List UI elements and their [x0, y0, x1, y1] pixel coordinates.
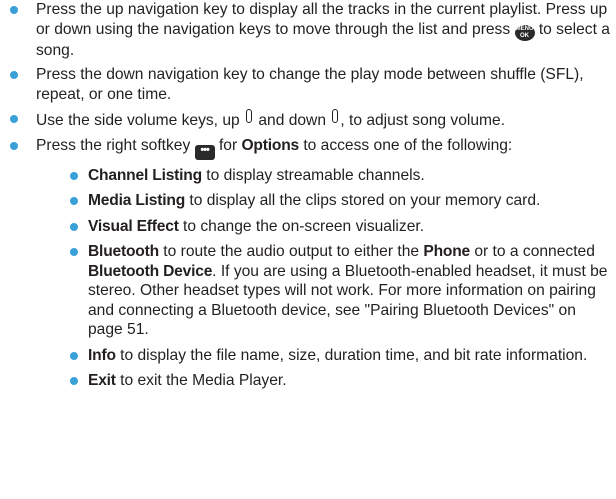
- list-item: Press the up navigation key to display a…: [10, 0, 610, 60]
- bullet-icon: [10, 6, 18, 14]
- option-name: Channel Listing: [88, 166, 202, 184]
- option-name: Media Listing: [88, 192, 186, 209]
- bullet-icon: [10, 141, 18, 150]
- item-text: and down: [254, 112, 331, 129]
- option-name: Bluetooth: [88, 243, 159, 260]
- item-text: Press the right softkey: [36, 136, 195, 154]
- item-text: Press the down navigation key to change …: [36, 66, 584, 103]
- sublist-item-visual-effect: Visual Effect to change the on-screen vi…: [70, 217, 610, 237]
- option-description: to change the on-screen visualizer.: [178, 217, 425, 235]
- bluetooth-device-keyword: Bluetooth Device: [88, 262, 213, 280]
- options-sublist: Channel Listing to display streamable ch…: [36, 166, 610, 391]
- option-description: to exit the Media Player.: [115, 372, 287, 389]
- bullet-icon: [70, 248, 78, 256]
- volume-up-key-icon: [246, 109, 253, 123]
- sublist-item-info: Info to display the file name, size, dur…: [70, 346, 610, 366]
- option-description: to display all the clips stored on your …: [185, 192, 541, 209]
- bullet-icon: [10, 71, 18, 79]
- option-name: Exit: [88, 372, 116, 389]
- sublist-item-channel-listing: Channel Listing to display streamable ch…: [70, 166, 610, 186]
- manual-page: Press the up navigation key to display a…: [0, 0, 616, 499]
- list-item: Press the down navigation key to change …: [10, 65, 610, 104]
- option-description: to display the file name, size, duration…: [115, 346, 588, 364]
- bullet-icon: [10, 115, 18, 123]
- volume-down-key-icon: [332, 109, 339, 123]
- option-description: to display streamable channels.: [201, 166, 425, 184]
- sublist-item-bluetooth: Bluetooth to route the audio output to e…: [70, 242, 610, 340]
- bullet-icon: [70, 351, 78, 360]
- bullet-icon: [70, 197, 78, 205]
- option-name: Info: [88, 346, 116, 364]
- list-item: Use the side volume keys, up and down , …: [10, 109, 610, 131]
- options-keyword: Options: [241, 136, 299, 154]
- option-description: or to a connected: [470, 243, 595, 260]
- item-text: to access one of the following:: [299, 136, 513, 154]
- sublist-item-media-listing: Media Listing to display all the clips s…: [70, 191, 610, 211]
- bullet-icon: [70, 222, 78, 231]
- item-text: for: [214, 136, 242, 154]
- list-item: Press the right softkey ••• for Options …: [10, 136, 610, 391]
- right-softkey-icon: •••: [194, 144, 215, 160]
- instruction-list: Press the up navigation key to display a…: [10, 0, 610, 397]
- option-description: to route the audio output to either the: [158, 243, 424, 260]
- item-text: Use the side volume keys, up: [36, 112, 245, 129]
- bullet-icon: [70, 171, 78, 180]
- option-name: Visual Effect: [88, 217, 179, 235]
- item-text: , to adjust song volume.: [340, 112, 506, 129]
- sublist-item-exit: Exit to exit the Media Player.: [70, 371, 610, 391]
- bullet-icon: [70, 377, 78, 385]
- phone-keyword: Phone: [423, 243, 471, 260]
- menu-ok-key-icon: MENU OK: [514, 24, 535, 41]
